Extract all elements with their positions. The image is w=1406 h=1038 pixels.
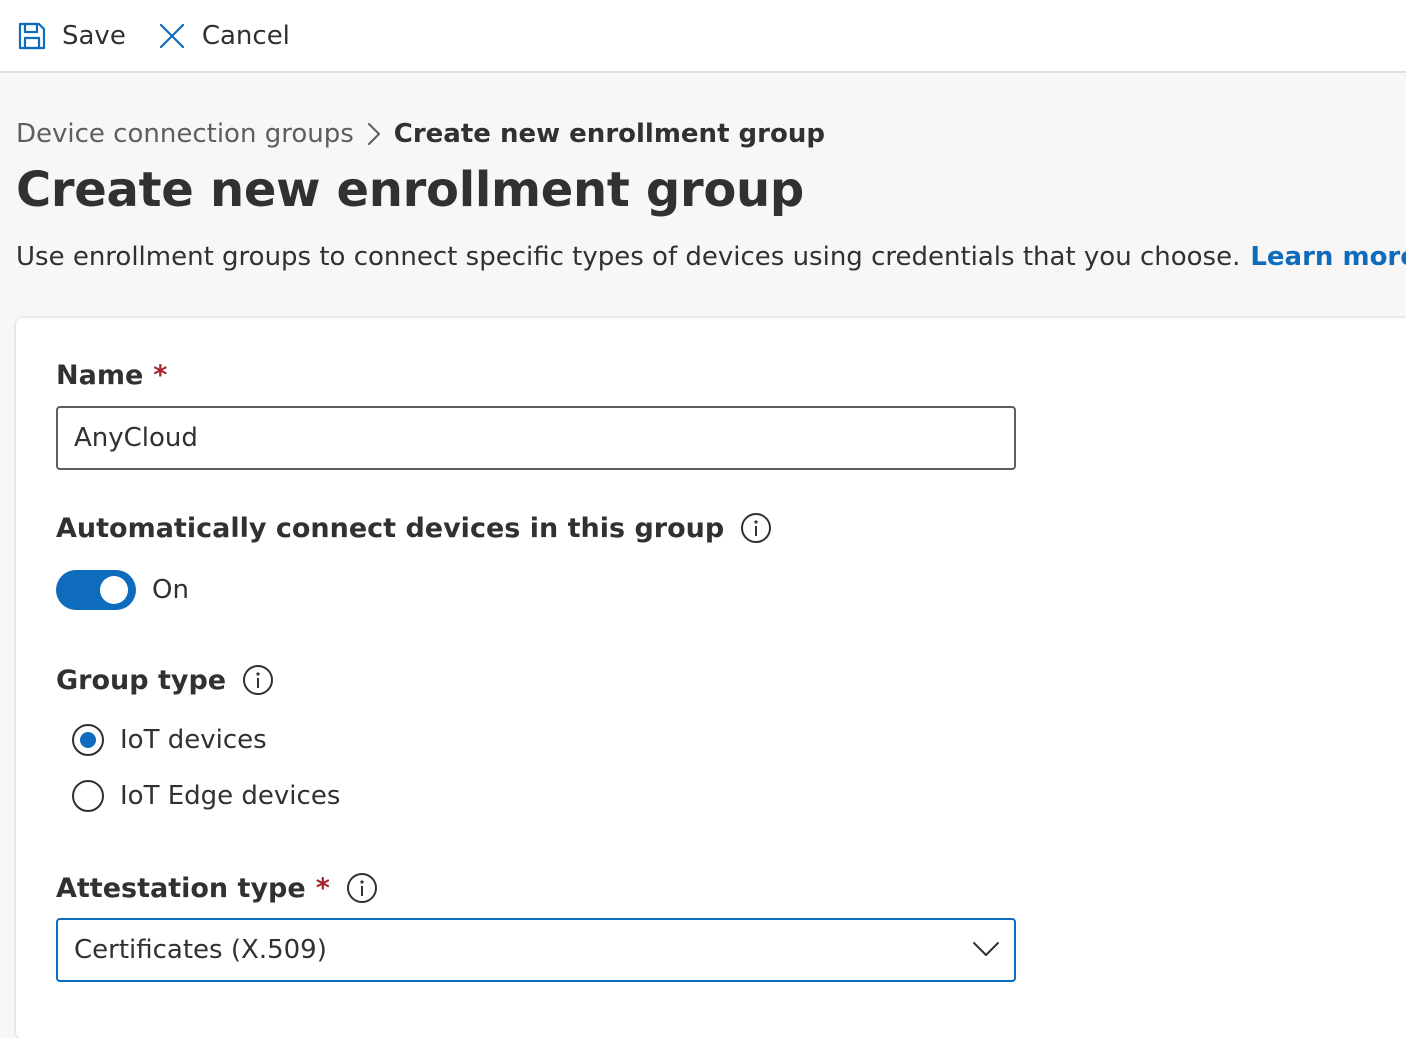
auto-connect-label: Automatically connect devices in this gr… — [56, 512, 772, 544]
learn-more-link[interactable]: Learn more — [1250, 240, 1406, 274]
toggle-knob — [100, 576, 128, 604]
cancel-button[interactable]: Cancel — [156, 8, 290, 64]
auto-connect-label-text: Automatically connect devices in this gr… — [56, 512, 725, 544]
chevron-down-icon — [972, 935, 1000, 965]
name-input-value: AnyCloud — [74, 423, 198, 453]
save-icon — [16, 20, 48, 52]
name-input[interactable]: AnyCloud — [56, 406, 1016, 470]
breadcrumb-current: Create new enrollment group — [393, 119, 825, 149]
page-description-text: Use enrollment groups to connect specifi… — [16, 242, 1241, 272]
radio-iot-edge-devices[interactable]: IoT Edge devices — [72, 780, 340, 812]
auto-connect-toggle-row: On — [56, 570, 189, 610]
toggle-state-label: On — [152, 575, 189, 605]
attestation-type-dropdown[interactable]: Certificates (X.509) — [56, 918, 1016, 982]
info-icon[interactable] — [740, 512, 772, 544]
name-label: Name * — [56, 360, 167, 391]
close-icon — [156, 20, 188, 52]
radio-iot-devices[interactable]: IoT devices — [72, 724, 267, 756]
breadcrumb: Device connection groups Create new enro… — [16, 114, 825, 154]
radio-label: IoT devices — [120, 725, 267, 755]
save-button[interactable]: Save — [16, 8, 126, 64]
attestation-type-label: Attestation type * — [56, 872, 378, 904]
form-card: Name * AnyCloud Automatically connect de… — [16, 318, 1406, 1038]
radio-button — [72, 780, 104, 812]
info-icon[interactable] — [242, 664, 274, 696]
group-type-label-text: Group type — [56, 664, 227, 696]
cancel-label: Cancel — [201, 20, 290, 51]
breadcrumb-parent-link[interactable]: Device connection groups — [16, 119, 354, 149]
auto-connect-toggle[interactable] — [56, 570, 136, 610]
group-type-label: Group type — [56, 664, 274, 696]
attestation-type-label-text: Attestation type — [56, 872, 306, 904]
chevron-right-icon — [366, 121, 382, 147]
learn-more-label: Learn more — [1250, 242, 1406, 272]
radio-button-selected — [72, 724, 104, 756]
name-label-text: Name — [56, 360, 144, 391]
command-bar: Save Cancel — [0, 0, 1406, 73]
save-label: Save — [62, 20, 126, 51]
info-icon[interactable] — [346, 872, 378, 904]
page-description: Use enrollment groups to connect specifi… — [16, 240, 1406, 274]
required-indicator: * — [153, 360, 168, 391]
required-indicator: * — [315, 872, 330, 904]
attestation-type-value: Certificates (X.509) — [74, 935, 327, 965]
page-title: Create new enrollment group — [16, 162, 804, 218]
radio-label: IoT Edge devices — [120, 781, 341, 811]
